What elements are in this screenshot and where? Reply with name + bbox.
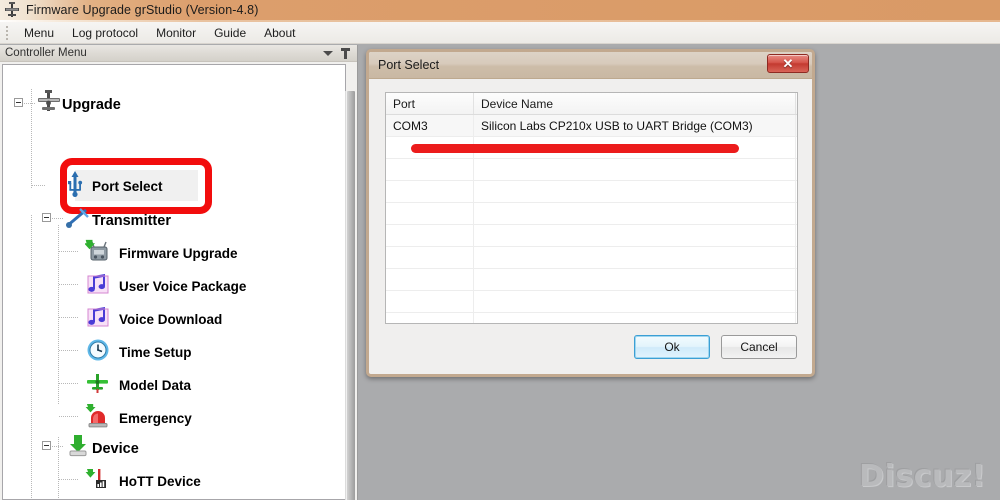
music-note-icon xyxy=(85,272,111,301)
airplane-icon xyxy=(36,90,62,119)
tree-connector xyxy=(31,215,32,430)
tree-connector xyxy=(58,225,59,405)
pin-icon[interactable] xyxy=(341,47,350,59)
table-row[interactable]: COM3 Silicon Labs CP210x USB to UART Bri… xyxy=(386,115,797,137)
dialog-title: Port Select xyxy=(378,58,440,72)
clock-icon xyxy=(85,338,111,367)
tree-node-label: Firmware Upgrade xyxy=(119,246,238,261)
table-row-empty[interactable] xyxy=(386,291,797,313)
music-note-icon xyxy=(85,305,111,334)
tree-connector xyxy=(52,218,64,219)
tree-expander-transmitter[interactable] xyxy=(42,213,51,222)
tree-vertical-scrollbar[interactable] xyxy=(345,91,355,500)
green-down-arrow-icon xyxy=(64,434,92,463)
menubar-grip[interactable] xyxy=(3,25,11,40)
table-row-empty[interactable] xyxy=(386,313,797,323)
table-row-empty[interactable] xyxy=(386,247,797,269)
window-titlebar: Firmware Upgrade grStudio (Version-4.8) xyxy=(0,0,1000,21)
usb-icon xyxy=(65,171,85,202)
siren-icon xyxy=(85,403,111,433)
tree-expander-device[interactable] xyxy=(42,441,51,450)
airplane-icon xyxy=(3,1,21,19)
tree-node-label: Emergency xyxy=(119,411,192,426)
menu-item-menu[interactable]: Menu xyxy=(15,23,63,43)
tree-connector xyxy=(31,431,32,499)
port-select-dialog: Port Select ✕ Port Device Name COM3 Sili… xyxy=(366,49,815,377)
tree-connector xyxy=(59,284,78,285)
tree-connector xyxy=(52,446,64,447)
remote-download-icon xyxy=(84,239,111,268)
tree-node-time-setup[interactable]: Time Setup xyxy=(85,338,192,367)
cell-device-name: Silicon Labs CP210x USB to UART Bridge (… xyxy=(474,115,796,136)
menu-item-guide[interactable]: Guide xyxy=(205,23,255,43)
ok-button[interactable]: Ok xyxy=(634,335,710,359)
menubar: Menu Log protocol Monitor Guide About xyxy=(0,22,1000,44)
dialog-titlebar: Port Select ✕ xyxy=(369,52,812,79)
green-plane-icon xyxy=(85,371,111,400)
window-title: Firmware Upgrade grStudio (Version-4.8) xyxy=(26,3,259,17)
dock-caption-bar: Controller Menu xyxy=(0,45,357,62)
tree-node-label: Port Select xyxy=(92,179,163,194)
cancel-button[interactable]: Cancel xyxy=(721,335,797,359)
tree-connector xyxy=(59,251,78,252)
table-header-row: Port Device Name xyxy=(386,93,797,115)
controller-menu-tree[interactable]: Upgrade Port Select Transmitter Firmware… xyxy=(2,64,346,500)
table-row-empty[interactable] xyxy=(386,203,797,225)
table-row-empty[interactable] xyxy=(386,181,797,203)
tree-node-device[interactable]: Device xyxy=(64,434,139,463)
tree-node-label: User Voice Package xyxy=(119,279,247,294)
table-row-empty[interactable] xyxy=(386,159,797,181)
tree-node-label: Upgrade xyxy=(62,96,121,113)
tree-connector xyxy=(59,416,78,417)
dialog-body: Port Device Name COM3 Silicon Labs CP210… xyxy=(369,79,812,376)
tree-node-firmware-upgrade[interactable]: Firmware Upgrade xyxy=(84,239,238,268)
table-row-empty[interactable] xyxy=(386,269,797,291)
cell-port: COM3 xyxy=(386,115,474,136)
tree-node-label: Time Setup xyxy=(119,345,192,360)
tree-node-port-select[interactable]: Port Select xyxy=(65,171,163,202)
tree-connector xyxy=(59,317,78,318)
tree-node-label: Voice Download xyxy=(119,312,223,327)
menu-item-log-protocol[interactable]: Log protocol xyxy=(63,23,147,43)
device-row-underline-annotation xyxy=(411,144,739,153)
tree-node-voice-download[interactable]: Voice Download xyxy=(85,305,222,334)
menu-item-about[interactable]: About xyxy=(255,23,304,43)
menu-item-monitor[interactable]: Monitor xyxy=(147,23,205,43)
column-header-port[interactable]: Port xyxy=(386,93,474,114)
chevron-down-icon[interactable] xyxy=(323,50,333,56)
application-window: Firmware Upgrade grStudio (Version-4.8) … xyxy=(0,0,1000,500)
tree-connector xyxy=(59,350,78,351)
port-list-table[interactable]: Port Device Name COM3 Silicon Labs CP210… xyxy=(385,92,798,324)
tree-connector xyxy=(31,89,32,189)
tree-node-transmitter[interactable]: Transmitter xyxy=(64,206,171,235)
tree-node-label: HoTT Device xyxy=(119,474,201,489)
tree-node-upgrade[interactable]: Upgrade xyxy=(36,90,121,119)
column-header-device-name[interactable]: Device Name xyxy=(474,93,796,114)
dock-caption-label: Controller Menu xyxy=(5,47,87,59)
watermark: Discuz! xyxy=(859,459,986,494)
close-icon[interactable]: ✕ xyxy=(767,54,809,73)
tree-node-hott-device[interactable]: HoTT Device xyxy=(85,467,201,496)
transmitter-icon xyxy=(64,206,92,235)
tree-connector xyxy=(32,185,46,186)
tree-node-label: Model Data xyxy=(119,378,192,393)
controller-menu-dock: Controller Menu Upgrade Port Select Tran… xyxy=(0,45,358,500)
tree-expander-upgrade[interactable] xyxy=(14,98,23,107)
tree-node-model-data[interactable]: Model Data xyxy=(85,371,191,400)
tree-scrollbar-thumb[interactable] xyxy=(347,91,355,500)
table-row-empty[interactable] xyxy=(386,225,797,247)
tree-connector xyxy=(59,383,78,384)
hott-device-icon xyxy=(85,467,111,496)
tree-connector xyxy=(59,479,78,480)
tree-node-label: Transmitter xyxy=(92,212,171,229)
tree-node-label: Device xyxy=(92,440,139,457)
tree-node-emergency[interactable]: Emergency xyxy=(85,403,192,433)
tree-node-user-voice-package[interactable]: User Voice Package xyxy=(85,272,246,301)
tree-connector xyxy=(24,103,36,104)
